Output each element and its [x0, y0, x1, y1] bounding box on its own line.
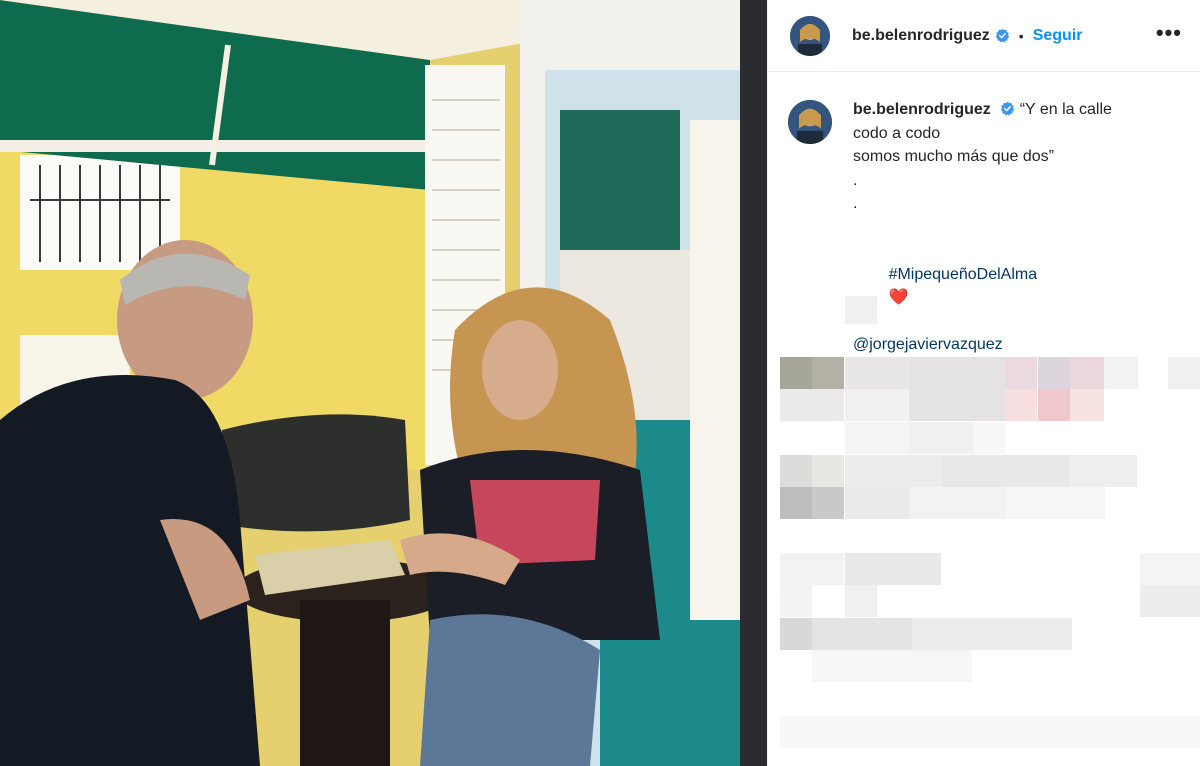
blurred-content [845, 296, 877, 324]
follow-button[interactable]: Seguir [1033, 27, 1083, 45]
more-options-icon[interactable]: ••• [1156, 22, 1182, 44]
post-image [0, 0, 767, 766]
blurred-pixel [1005, 389, 1037, 421]
blurred-pixel [780, 389, 844, 421]
blurred-pixel [1005, 357, 1037, 389]
header-username[interactable]: be.belenrodriguez [852, 27, 990, 45]
verified-badge-icon [995, 28, 1009, 43]
blurred-pixel [1140, 553, 1200, 585]
blurred-pixel [909, 487, 1005, 519]
blurred-pixel [1069, 455, 1137, 487]
caption-line: codo a codo [853, 124, 941, 142]
blurred-pixel [780, 487, 812, 519]
blurred-pixel [1070, 357, 1104, 389]
blurred-pixel [912, 618, 1072, 650]
caption-avatar[interactable] [788, 100, 832, 144]
blurred-pixel [1005, 487, 1105, 519]
caption-line: . [853, 171, 858, 189]
caption-line: . [853, 195, 858, 212]
blurred-pixel [780, 455, 812, 487]
caption-line: “Y en la calle [1019, 101, 1112, 118]
blurred-pixel [812, 455, 844, 487]
blurred-pixel [780, 618, 812, 650]
verified-badge-icon [1001, 101, 1015, 116]
blurred-pixel [1038, 357, 1070, 389]
caption-text: be.belenrodriguez “Y en la calle codo a … [853, 98, 1188, 357]
blurred-pixel [780, 357, 812, 389]
blurred-pixel [845, 389, 909, 421]
blurred-pixel [845, 585, 877, 617]
blurred-pixel [1168, 357, 1200, 389]
blurred-pixel [909, 357, 1005, 389]
blurred-pixel [845, 357, 909, 389]
blurred-pixel [941, 455, 1069, 487]
blurred-pixel [973, 422, 1005, 454]
blurred-pixel [909, 389, 1005, 421]
post-header: be.belenrodriguez • Seguir ••• [768, 0, 1200, 72]
avatar-image [788, 100, 832, 144]
blurred-pixel [1038, 389, 1070, 421]
blurred-pixel [1104, 357, 1138, 389]
blurred-pixel [812, 618, 912, 650]
blurred-pixel [812, 650, 972, 682]
blurred-pixel [780, 585, 812, 617]
avatar-image [790, 15, 830, 56]
hashtag-link[interactable]: #MipequeñoDelAlma [889, 266, 1038, 283]
blurred-pixel [845, 553, 941, 585]
avatar[interactable] [790, 15, 830, 56]
blurred-pixel [1140, 585, 1200, 617]
caption-username[interactable]: be.belenrodriguez [853, 101, 991, 118]
blurred-pixel [780, 553, 844, 585]
blurred-pixel [1070, 389, 1104, 421]
header-separator: • [1018, 27, 1024, 44]
blurred-pixel [845, 422, 909, 454]
blurred-pixel [845, 487, 909, 519]
caption-line: somos mucho más que dos” [853, 148, 1054, 165]
blurred-pixel [812, 357, 844, 389]
mention-link[interactable]: @jorgejaviervazquez [853, 333, 1188, 357]
blurred-pixel [909, 422, 973, 454]
blurred-pixel [780, 716, 1200, 748]
blurred-pixel [845, 455, 941, 487]
blurred-pixel [812, 487, 844, 519]
heart-emoji: ❤️ [888, 289, 909, 306]
post-photo[interactable] [0, 0, 767, 766]
